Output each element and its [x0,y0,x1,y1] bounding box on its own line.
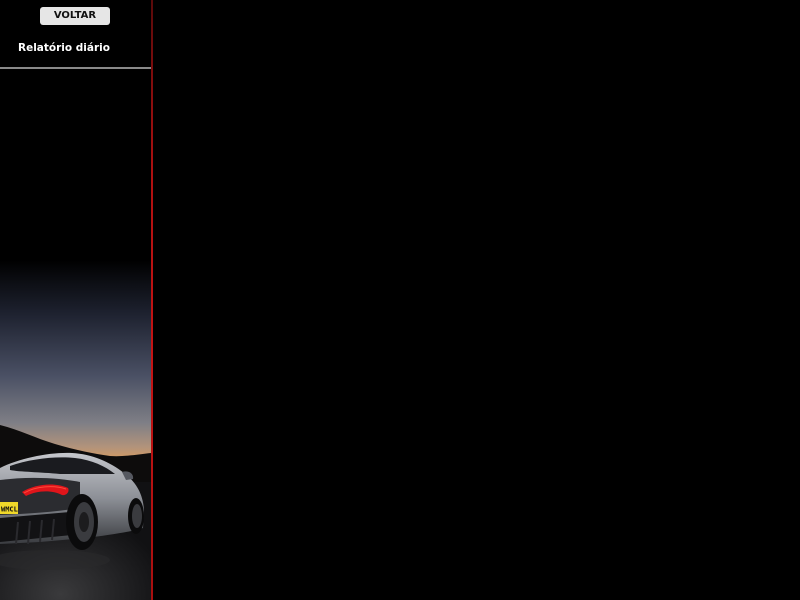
sidebar-divider [0,67,151,69]
car-background-image: WMCL [0,260,151,600]
main-content-area [153,0,800,600]
sidebar-item-relatorio-diario[interactable]: Relatório diário [18,42,110,54]
svg-text:WMCL: WMCL [1,506,18,514]
back-button[interactable]: VOLTAR [40,7,110,25]
app-window: WMCL VOLTAR Relatório diário [0,0,800,600]
sidebar: WMCL VOLTAR Relatório diário [0,0,151,600]
